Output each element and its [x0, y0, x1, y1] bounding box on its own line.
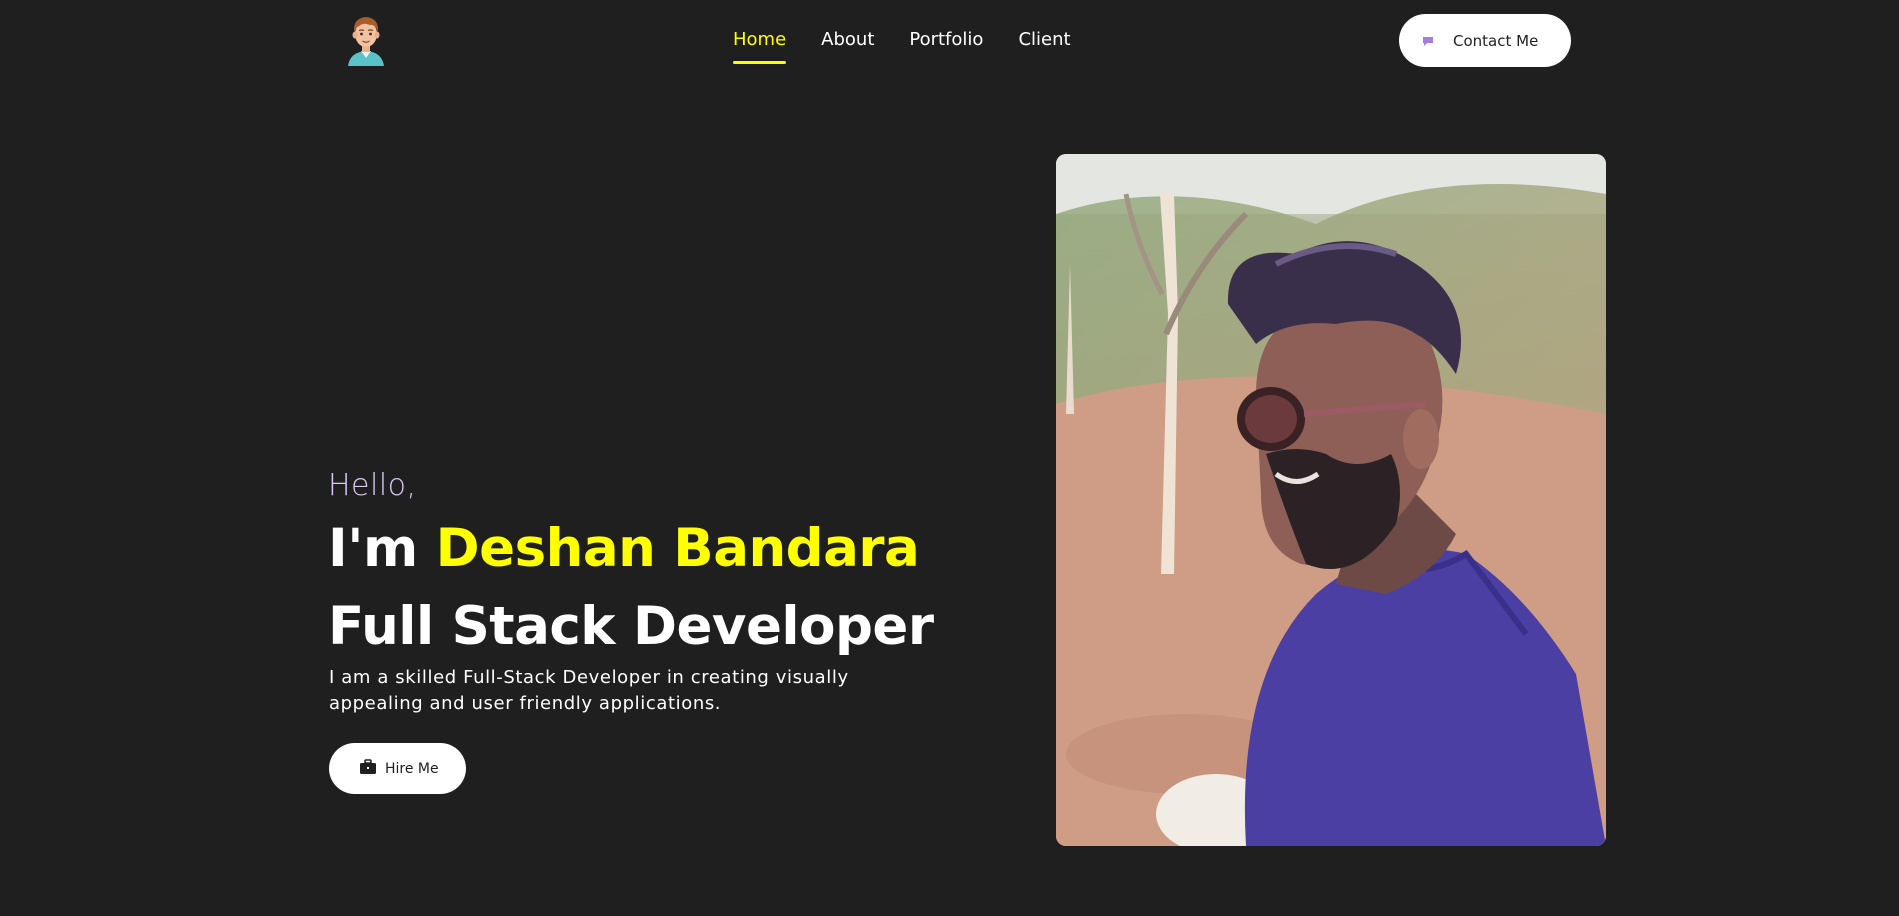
intro-heading: I'm Deshan Bandara — [328, 514, 920, 584]
site-header: Home About Portfolio Client Contact Me — [0, 0, 1899, 82]
contact-me-label: Contact Me — [1453, 31, 1539, 50]
role-heading: Full Stack Developer — [328, 596, 934, 657]
contact-me-button[interactable]: Contact Me — [1399, 14, 1571, 67]
briefcase-icon — [359, 758, 377, 775]
avatar-logo-icon[interactable] — [346, 14, 386, 66]
hire-me-label: Hire Me — [385, 760, 439, 777]
nav-portfolio[interactable]: Portfolio — [909, 26, 983, 54]
nav-about[interactable]: About — [821, 26, 874, 54]
chat-bubble-icon — [1421, 34, 1435, 48]
intro-prefix: I'm — [328, 518, 436, 579]
profile-photo — [1056, 154, 1606, 846]
nav-client[interactable]: Client — [1018, 26, 1070, 54]
hire-me-button[interactable]: Hire Me — [329, 743, 466, 794]
hero-description: I am a skilled Full-Stack Developer in c… — [329, 667, 849, 714]
nav-home[interactable]: Home — [733, 26, 787, 64]
main-nav: Home About Portfolio Client — [733, 26, 1106, 66]
greeting-text: Hello, — [328, 468, 417, 503]
developer-name: Deshan Bandara — [435, 518, 920, 579]
